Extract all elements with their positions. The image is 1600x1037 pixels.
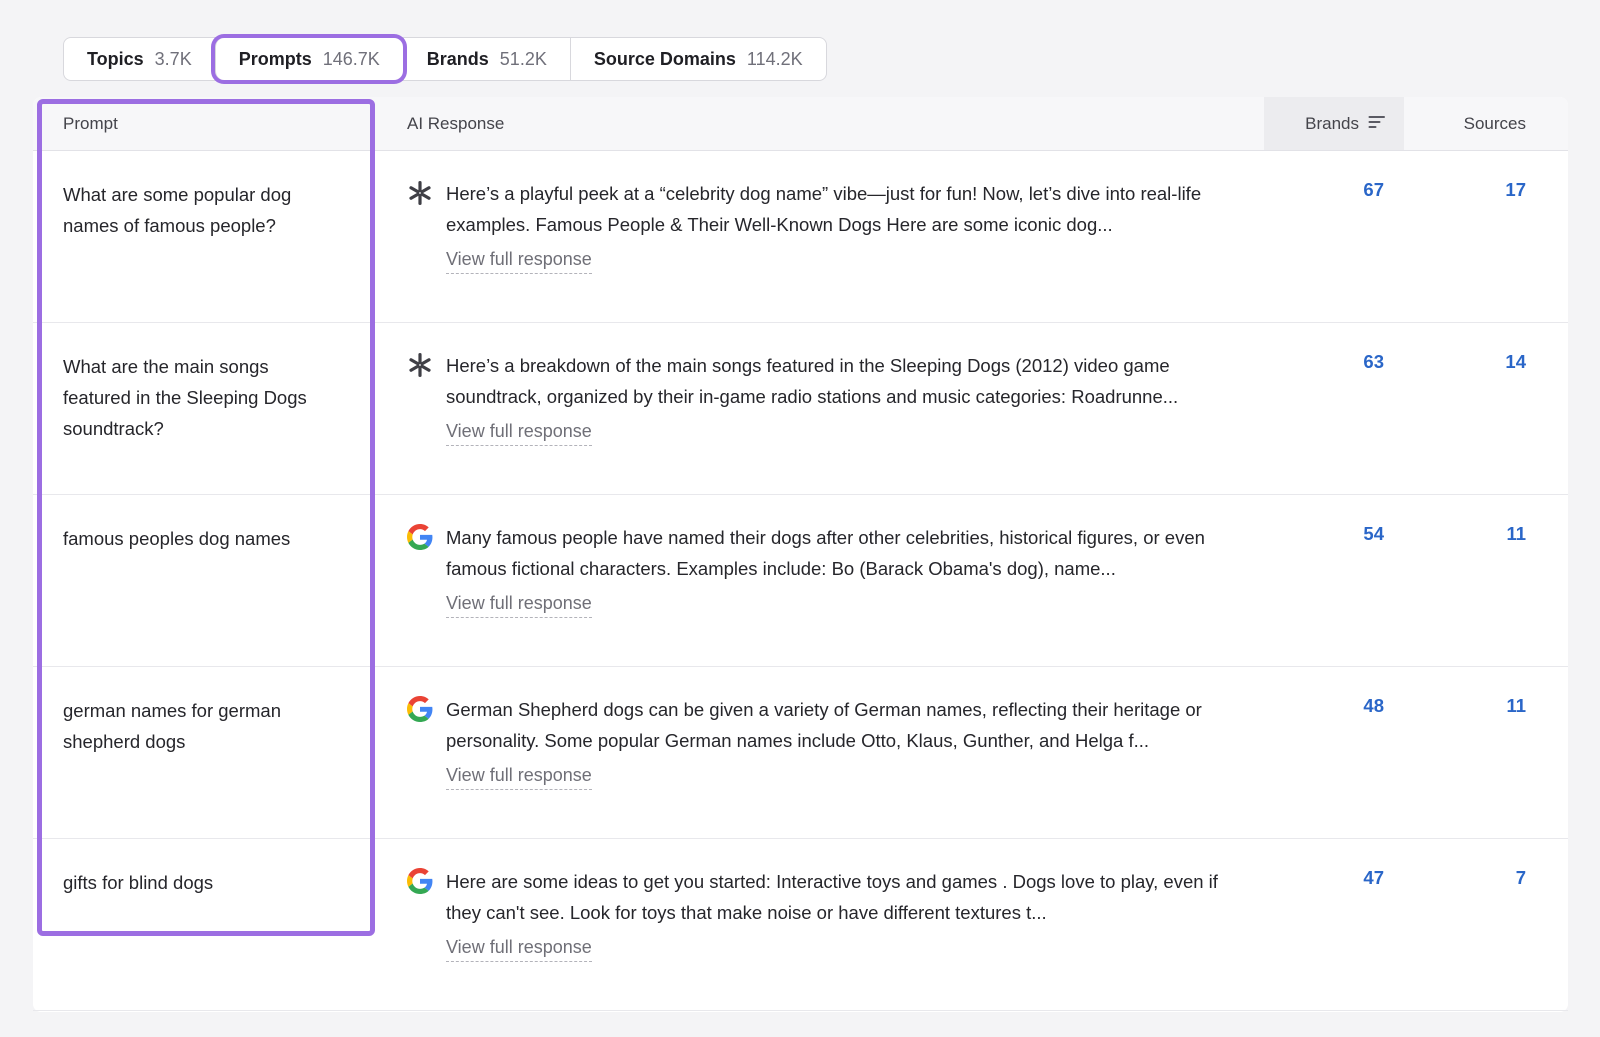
response-text: Here’s a playful peek at a “celebrity do…	[446, 178, 1239, 240]
tab-topics[interactable]: Topics 3.7K	[64, 38, 215, 80]
prompt-text: famous peoples dog names	[63, 528, 290, 549]
sources-cell: 11	[1404, 495, 1568, 666]
sources-count[interactable]: 14	[1505, 351, 1526, 372]
view-full-response-link[interactable]: View full response	[446, 249, 592, 274]
column-header-ai-response-label: AI Response	[407, 114, 504, 134]
ai-response-cell: Here’s a breakdown of the main songs fea…	[375, 323, 1264, 494]
prompt-text: What are the main songs featured in the …	[63, 356, 307, 439]
response-text: Here’s a breakdown of the main songs fea…	[446, 350, 1239, 412]
column-header-ai-response[interactable]: AI Response	[375, 97, 1264, 150]
table-row[interactable]: german names for german shepherd dogs	[33, 667, 1568, 839]
column-header-brands[interactable]: Brands	[1264, 97, 1404, 150]
brands-count[interactable]: 54	[1363, 523, 1384, 544]
ai-response-cell: German Shepherd dogs can be given a vari…	[375, 667, 1264, 838]
google-icon	[407, 696, 433, 722]
brands-count[interactable]: 67	[1363, 179, 1384, 200]
tab-label: Prompts	[239, 49, 312, 70]
ai-response-cell: Here’s a playful peek at a “celebrity do…	[375, 151, 1264, 322]
prompt-cell[interactable]: What are the main songs featured in the …	[33, 323, 375, 494]
sort-descending-icon	[1368, 114, 1386, 134]
prompt-text: german names for german shepherd dogs	[63, 700, 281, 752]
brands-count[interactable]: 63	[1363, 351, 1384, 372]
table-row[interactable]: What are some popular dog names of famou…	[33, 151, 1568, 323]
tab-count: 146.7K	[323, 49, 380, 70]
tab-prompts[interactable]: Prompts 146.7K	[215, 38, 403, 80]
prompts-table: Prompt AI Response Brands Sources Wh	[33, 97, 1568, 1012]
view-full-response-link[interactable]: View full response	[446, 765, 592, 790]
column-header-sources-label: Sources	[1464, 114, 1526, 134]
tab-source-domains[interactable]: Source Domains 114.2K	[570, 38, 826, 80]
table-body: What are some popular dog names of famou…	[33, 151, 1568, 1011]
tab-count: 51.2K	[500, 49, 547, 70]
sources-count[interactable]: 11	[1506, 695, 1526, 716]
prompt-cell[interactable]: german names for german shepherd dogs	[33, 667, 375, 838]
tab-label: Source Domains	[594, 49, 736, 70]
sources-count[interactable]: 17	[1505, 179, 1526, 200]
tab-label: Topics	[87, 49, 144, 70]
brands-cell: 67	[1264, 151, 1404, 322]
ai-response-cell: Many famous people have named their dogs…	[375, 495, 1264, 666]
sources-cell: 17	[1404, 151, 1568, 322]
brands-cell: 54	[1264, 495, 1404, 666]
tab-label: Brands	[427, 49, 489, 70]
google-icon	[407, 868, 433, 894]
prompt-text: gifts for blind dogs	[63, 872, 213, 893]
prompt-cell[interactable]: What are some popular dog names of famou…	[33, 151, 375, 322]
column-header-prompt[interactable]: Prompt	[33, 97, 375, 150]
table-row[interactable]: gifts for blind dogs	[33, 839, 1568, 1011]
tab-brands[interactable]: Brands 51.2K	[403, 38, 570, 80]
brands-cell: 63	[1264, 323, 1404, 494]
column-header-prompt-label: Prompt	[63, 114, 118, 134]
table-header-row: Prompt AI Response Brands Sources	[33, 97, 1568, 151]
column-header-brands-label: Brands	[1305, 114, 1359, 134]
google-icon	[407, 524, 433, 550]
view-full-response-link[interactable]: View full response	[446, 593, 592, 618]
sources-cell: 14	[1404, 323, 1568, 494]
brands-cell: 47	[1264, 839, 1404, 1010]
brands-count[interactable]: 48	[1363, 695, 1384, 716]
sources-count[interactable]: 11	[1506, 523, 1526, 544]
brands-count[interactable]: 47	[1363, 867, 1384, 888]
table-row[interactable]: famous peoples dog names	[33, 495, 1568, 667]
tab-bar: Topics 3.7K Prompts 146.7K Brands 51.2K …	[63, 37, 827, 81]
sources-cell: 11	[1404, 667, 1568, 838]
ai-response-cell: Here are some ideas to get you started: …	[375, 839, 1264, 1010]
table-row[interactable]: What are the main songs featured in the …	[33, 323, 1568, 495]
prompt-cell[interactable]: famous peoples dog names	[33, 495, 375, 666]
chatgpt-icon	[407, 180, 433, 206]
brands-cell: 48	[1264, 667, 1404, 838]
view-full-response-link[interactable]: View full response	[446, 937, 592, 962]
view-full-response-link[interactable]: View full response	[446, 421, 592, 446]
response-text: German Shepherd dogs can be given a vari…	[446, 694, 1239, 756]
prompt-cell[interactable]: gifts for blind dogs	[33, 839, 375, 1010]
tab-count: 114.2K	[747, 49, 803, 70]
sources-count[interactable]: 7	[1516, 867, 1526, 888]
sources-cell: 7	[1404, 839, 1568, 1010]
tab-count: 3.7K	[155, 49, 192, 70]
response-text: Many famous people have named their dogs…	[446, 522, 1239, 584]
chatgpt-icon	[407, 352, 433, 378]
prompt-text: What are some popular dog names of famou…	[63, 184, 291, 236]
response-text: Here are some ideas to get you started: …	[446, 866, 1239, 928]
column-header-sources[interactable]: Sources	[1404, 97, 1568, 150]
